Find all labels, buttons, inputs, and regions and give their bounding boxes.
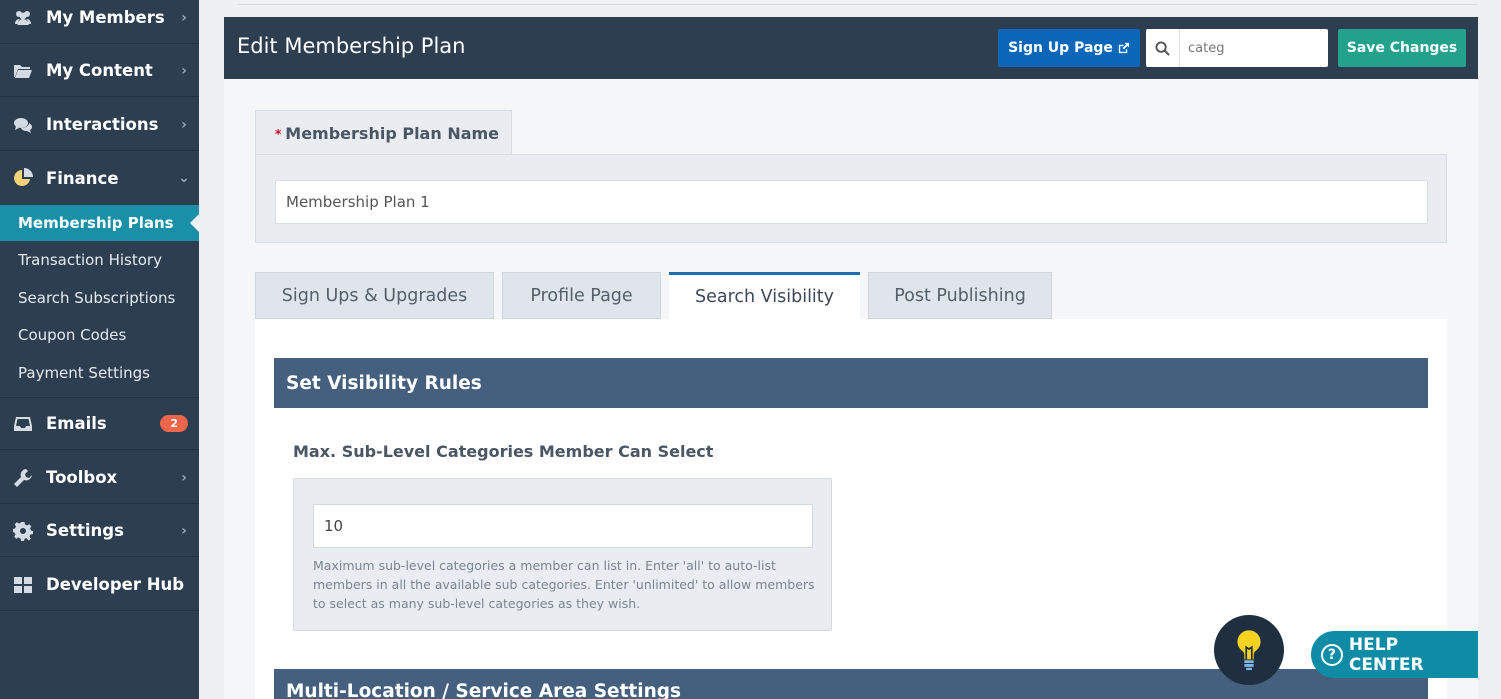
chevron-right-icon: › [181, 522, 187, 539]
help-center-button[interactable]: ? HELP CENTER [1311, 631, 1478, 678]
sidebar-item-label: Finance [46, 168, 119, 188]
required-marker: * [275, 126, 282, 141]
sidebar-item-settings[interactable]: Settings › [0, 505, 199, 557]
sidebar-item-label: Toolbox [46, 468, 118, 487]
max-sub-categories-label: Max. Sub-Level Categories Member Can Sel… [293, 442, 714, 461]
sidebar-item-label: Emails [46, 414, 107, 433]
tab-sign-ups-upgrades[interactable]: Sign Ups & Upgrades [255, 272, 494, 319]
finance-submenu: Membership Plans Transaction History Sea… [0, 205, 199, 398]
chevron-right-icon: › [181, 62, 187, 79]
sidebar-subitem-label: Payment Settings [18, 364, 150, 382]
users-icon [0, 8, 46, 28]
search-input[interactable] [1180, 40, 1320, 56]
gear-icon [0, 521, 46, 541]
plan-name-input[interactable] [275, 180, 1428, 224]
sidebar-item-interactions[interactable]: Interactions › [0, 99, 199, 151]
tab-post-publishing[interactable]: Post Publishing [868, 272, 1052, 319]
section-header: Set Visibility Rules [274, 358, 1428, 408]
question-circle-icon: ? [1321, 643, 1343, 666]
sidebar-subitem-label: Search Subscriptions [18, 289, 176, 307]
sidebar-subitem-membership-plans[interactable]: Membership Plans [0, 205, 199, 241]
page-title: Edit Membership Plan [237, 34, 466, 58]
sign-up-page-button[interactable]: Sign Up Page [998, 29, 1140, 67]
panel-header: Edit Membership Plan Sign Up Page Save C… [224, 17, 1478, 79]
tab-search-visibility[interactable]: Search Visibility [669, 272, 860, 319]
sidebar-item-emails[interactable]: Emails 2 [0, 398, 199, 450]
edit-plan-panel: Edit Membership Plan Sign Up Page Save C… [224, 17, 1478, 699]
chevron-down-icon: ⌄ [178, 170, 190, 186]
inbox-icon [0, 414, 46, 434]
wrench-icon [0, 468, 46, 488]
search-icon [1146, 29, 1180, 67]
sign-up-page-label: Sign Up Page [1008, 40, 1113, 56]
save-changes-button[interactable]: Save Changes [1338, 29, 1466, 67]
sidebar-subitem-label: Transaction History [18, 251, 162, 269]
chevron-right-icon: › [181, 116, 187, 133]
sidebar-subitem-payment-settings[interactable]: Payment Settings [0, 355, 199, 391]
pie-chart-icon [0, 168, 46, 188]
chevron-right-icon: › [181, 469, 187, 486]
sidebar-item-label: Interactions [46, 115, 159, 134]
emails-count-badge: 2 [160, 415, 188, 432]
sidebar-item-toolbox[interactable]: Toolbox › [0, 452, 199, 504]
grid-icon [0, 575, 46, 595]
chevron-right-icon: › [181, 9, 187, 26]
sidebar-item-finance[interactable]: Finance ⌄ [0, 152, 199, 204]
sidebar: My Members › My Content › Interactions ›… [0, 0, 199, 699]
sidebar-item-developer-hub[interactable]: Developer Hub [0, 559, 199, 611]
help-center-label: HELP CENTER [1348, 634, 1424, 675]
max-sub-categories-input[interactable] [313, 504, 813, 548]
sidebar-item-my-members[interactable]: My Members › [0, 0, 199, 44]
plan-name-label-tab: * Membership Plan Name [255, 110, 512, 156]
search-box [1146, 29, 1328, 67]
sidebar-subitem-search-subscriptions[interactable]: Search Subscriptions [0, 280, 199, 316]
sidebar-subitem-transaction-history[interactable]: Transaction History [0, 242, 199, 278]
external-link-icon [1117, 42, 1130, 55]
plan-name-label: Membership Plan Name [285, 124, 500, 143]
sidebar-item-my-content[interactable]: My Content › [0, 45, 199, 97]
sidebar-item-label: My Members [46, 8, 165, 27]
sidebar-item-label: My Content [46, 61, 153, 80]
sidebar-subitem-label: Membership Plans [18, 214, 174, 232]
sidebar-subitem-coupon-codes[interactable]: Coupon Codes [0, 317, 199, 353]
max-sub-categories-box: Maximum sub-level categories a member ca… [293, 478, 832, 631]
sidebar-subitem-label: Coupon Codes [18, 326, 127, 344]
folder-icon [0, 61, 46, 81]
plan-name-box [255, 154, 1447, 243]
lightbulb-icon [1235, 628, 1263, 672]
sidebar-item-label: Settings [46, 521, 124, 540]
sidebar-item-label: Developer Hub [46, 575, 185, 594]
help-text: Maximum sub-level categories a member ca… [313, 558, 815, 611]
comments-icon [0, 115, 46, 135]
lightbulb-button[interactable] [1214, 615, 1284, 685]
tab-profile-page[interactable]: Profile Page [502, 272, 661, 319]
divider [238, 4, 1478, 5]
